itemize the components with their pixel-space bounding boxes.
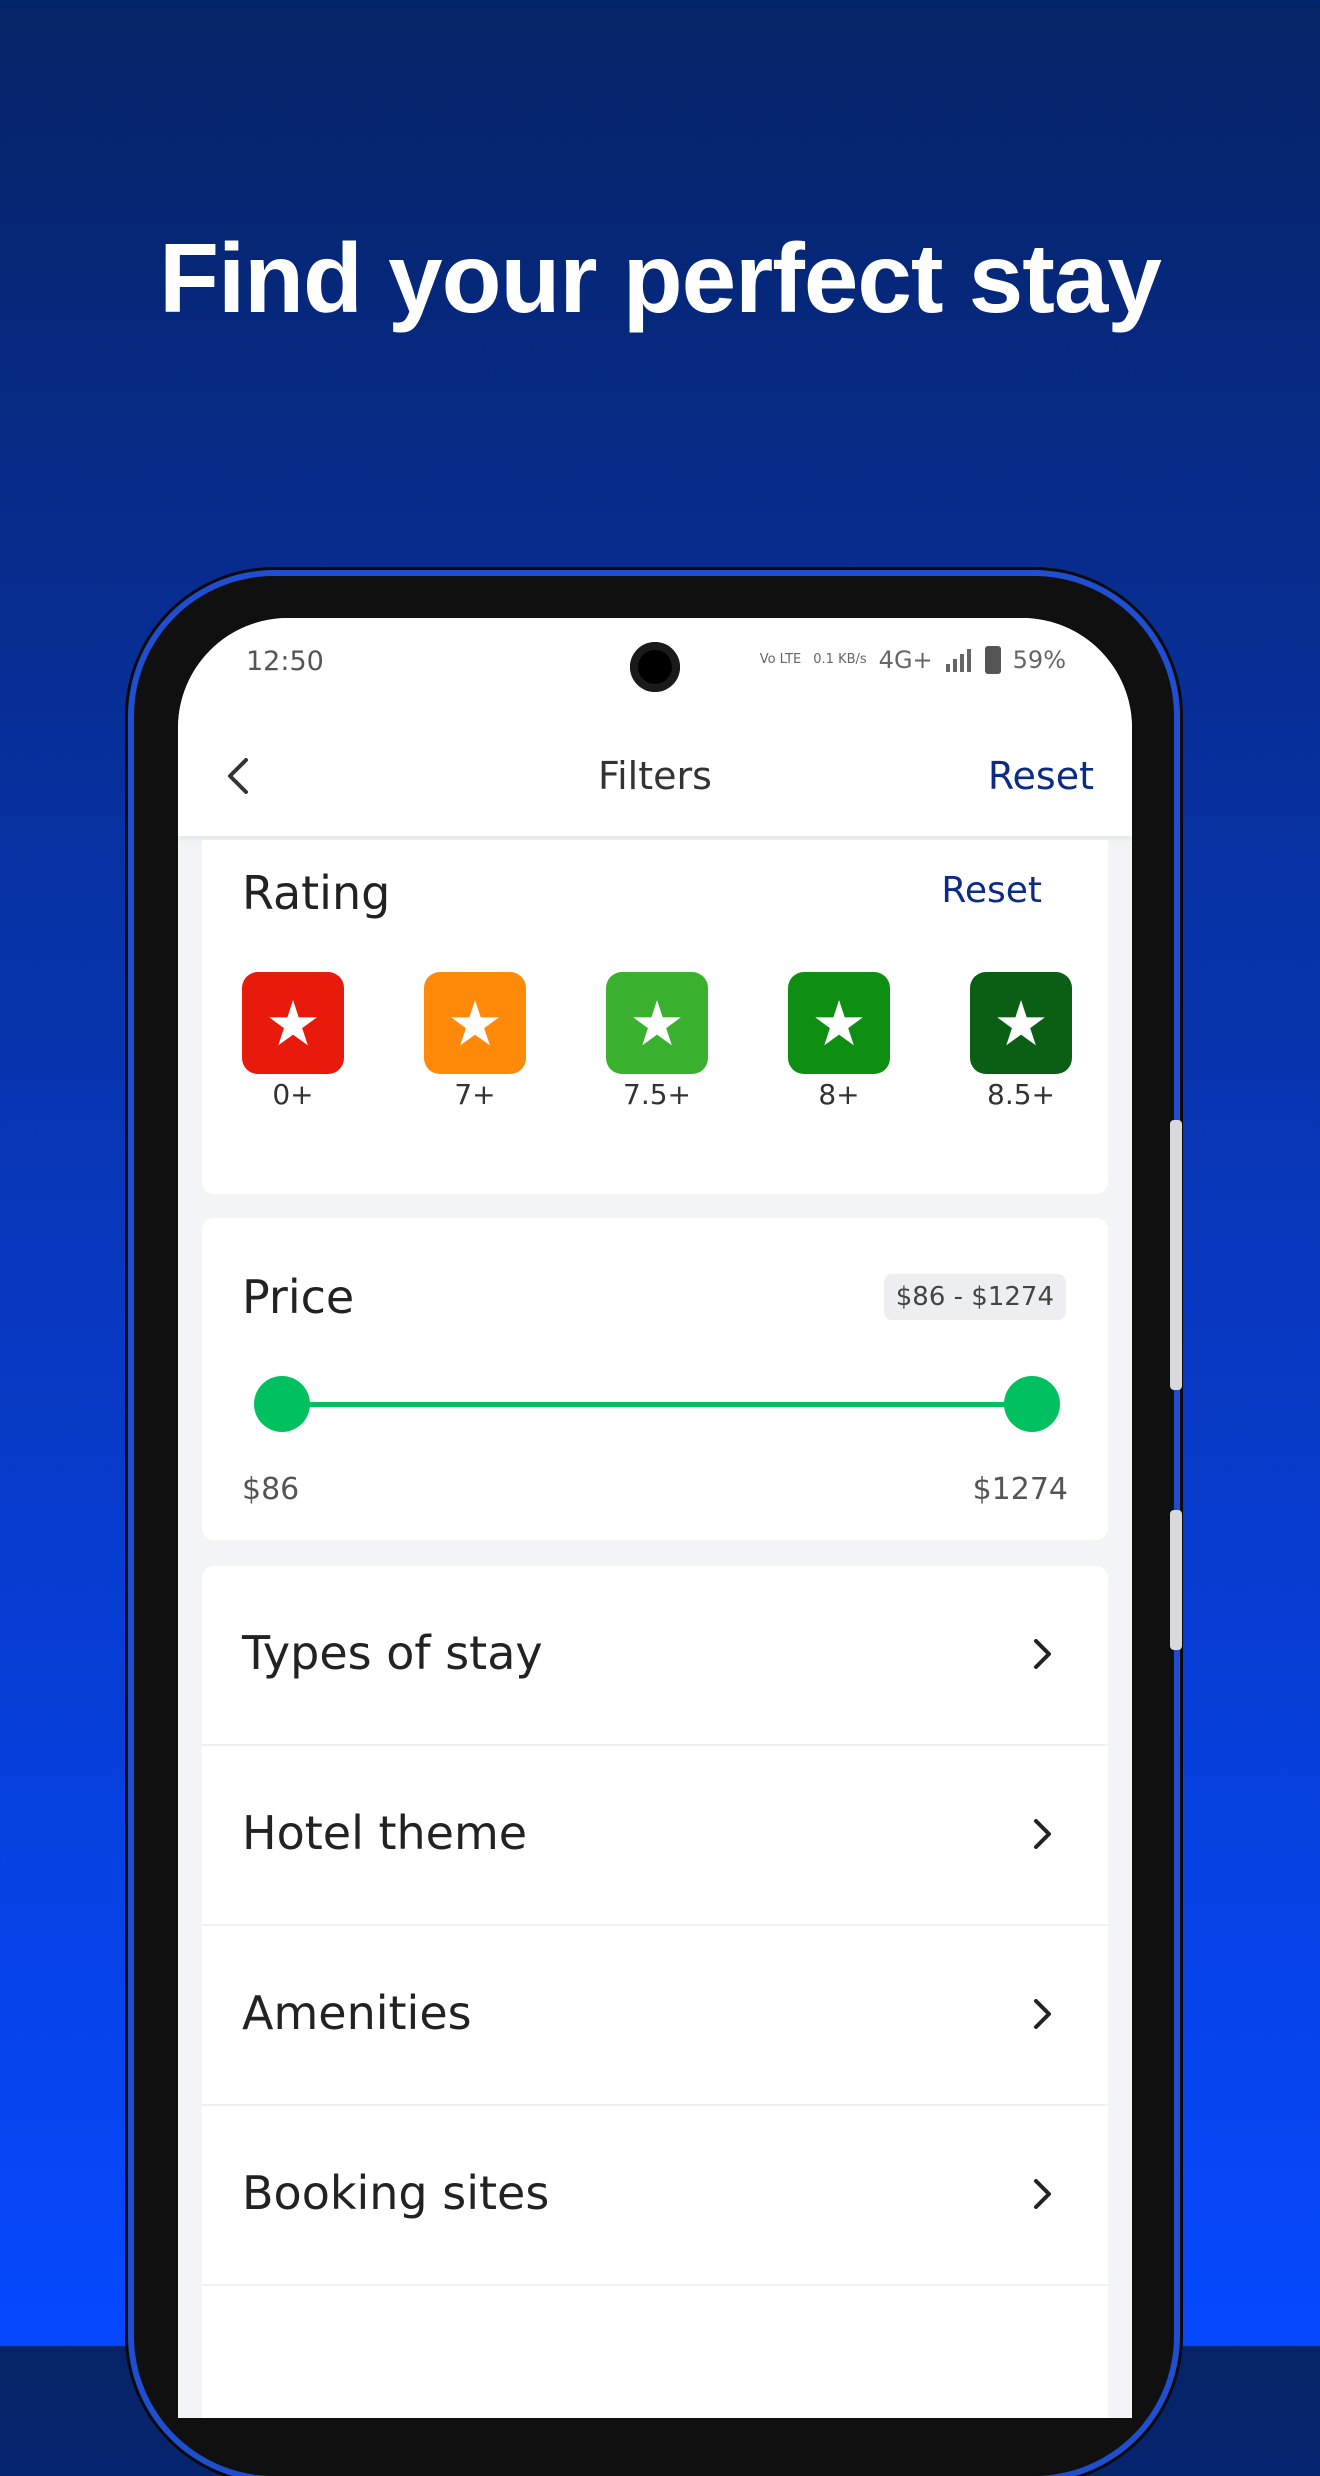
star-icon: ★ bbox=[629, 986, 685, 1060]
front-camera bbox=[630, 642, 680, 692]
rating-star-box: ★ bbox=[970, 972, 1072, 1074]
rating-title: Rating bbox=[242, 866, 391, 920]
rating-star-box: ★ bbox=[606, 972, 708, 1074]
volume-button bbox=[1170, 1120, 1182, 1390]
top-app-bar: Filters Reset bbox=[178, 718, 1132, 836]
price-range-badge: $86 - $1274 bbox=[883, 1274, 1066, 1320]
rating-option-label: 0+ bbox=[272, 1078, 314, 1111]
price-max-label: $1274 bbox=[972, 1472, 1068, 1507]
network-speed: 0.1 KB/s bbox=[813, 652, 867, 667]
chevron-right-icon bbox=[1034, 2179, 1051, 2209]
rating-option-label: 7+ bbox=[454, 1078, 496, 1111]
rating-options: ★ 0+ ★ 7+ ★ 7.5+ ★ 8+ ★ 8.5+ bbox=[242, 972, 1072, 1132]
price-max-handle[interactable] bbox=[1004, 1376, 1060, 1432]
rating-section: Rating Reset ★ 0+ ★ 7+ ★ 7.5+ ★ 8+ ★ 8.5… bbox=[202, 840, 1108, 1194]
rating-option-label: 8.5+ bbox=[987, 1078, 1055, 1111]
rating-option-label: 8+ bbox=[818, 1078, 860, 1111]
battery-level: 59% bbox=[1012, 646, 1066, 674]
star-icon: ★ bbox=[447, 986, 503, 1060]
star-icon: ★ bbox=[811, 986, 867, 1060]
rating-star-box: ★ bbox=[788, 972, 890, 1074]
list-item-label: Amenities bbox=[242, 1986, 472, 2040]
chevron-right-icon bbox=[1034, 1639, 1051, 1669]
status-icons: Vo LTE 0.1 KB/s 4G+ 59% bbox=[760, 646, 1066, 674]
list-item-amenities[interactable]: Amenities bbox=[202, 1926, 1108, 2106]
price-section: Price $86 - $1274 $86 $1274 bbox=[202, 1218, 1108, 1540]
signal-icon bbox=[945, 649, 971, 672]
power-button bbox=[1170, 1510, 1182, 1650]
list-item-hotel-theme[interactable]: Hotel theme bbox=[202, 1746, 1108, 1926]
rating-option-0[interactable]: ★ 0+ bbox=[242, 972, 344, 1111]
rating-option-label: 7.5+ bbox=[623, 1078, 691, 1111]
list-item-types-of-stay[interactable]: Types of stay bbox=[202, 1566, 1108, 1746]
list-item-more[interactable] bbox=[202, 2286, 1108, 2418]
network-type: 4G+ bbox=[878, 646, 933, 674]
rating-option-7[interactable]: ★ 7+ bbox=[424, 972, 526, 1111]
filter-category-list: Types of stay Hotel theme Amenities Book… bbox=[202, 1566, 1108, 2418]
rating-option-8[interactable]: ★ 8+ bbox=[788, 972, 890, 1111]
list-item-label: Types of stay bbox=[242, 1626, 543, 1680]
headline: Find your perfect stay bbox=[159, 223, 1162, 333]
rating-star-box: ★ bbox=[242, 972, 344, 1074]
list-item-label: Hotel theme bbox=[242, 1806, 528, 1860]
battery-icon bbox=[984, 646, 1001, 674]
star-icon: ★ bbox=[265, 986, 321, 1060]
list-item-booking-sites[interactable]: Booking sites bbox=[202, 2106, 1108, 2286]
price-title: Price bbox=[242, 1270, 355, 1324]
star-icon: ★ bbox=[993, 986, 1049, 1060]
status-bar: 12:50 Vo LTE 0.1 KB/s 4G+ 59% bbox=[178, 618, 1132, 718]
price-min-handle[interactable] bbox=[254, 1376, 310, 1432]
rating-star-box: ★ bbox=[424, 972, 526, 1074]
chevron-right-icon bbox=[1034, 1999, 1051, 2029]
status-time: 12:50 bbox=[246, 646, 324, 677]
list-item-label: Booking sites bbox=[242, 2166, 550, 2220]
rating-reset-button[interactable]: Reset bbox=[941, 870, 1042, 911]
chevron-right-icon bbox=[1034, 1819, 1051, 1849]
reset-all-button[interactable]: Reset bbox=[988, 754, 1094, 798]
phone-screen: 12:50 Vo LTE 0.1 KB/s 4G+ 59% Filters Re… bbox=[178, 618, 1132, 2418]
price-min-label: $86 bbox=[242, 1472, 300, 1507]
volte-indicator: Vo LTE bbox=[759, 652, 802, 667]
rating-option-7-5[interactable]: ★ 7.5+ bbox=[606, 972, 708, 1111]
rating-option-8-5[interactable]: ★ 8.5+ bbox=[970, 972, 1072, 1111]
price-slider-track[interactable] bbox=[280, 1402, 1032, 1407]
